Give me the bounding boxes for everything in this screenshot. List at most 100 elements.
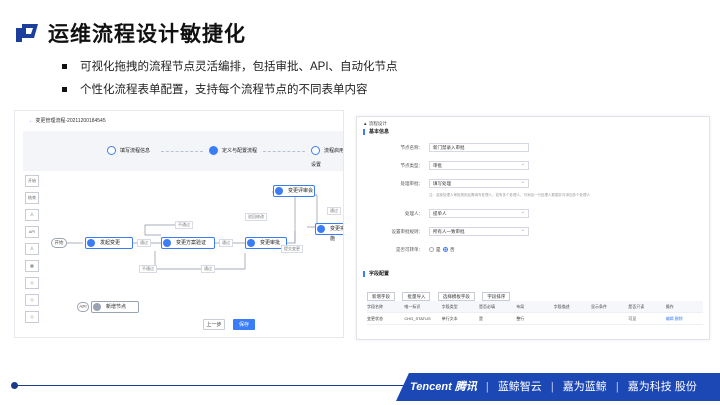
form-row-transfer: 是否可转单： 是 否 (367, 245, 707, 254)
bullet-item: 个性化流程表单配置，支持每个流程节点的不同表单内容 (62, 81, 398, 104)
section-title-fields: 字段配置 (363, 271, 389, 277)
tool-gateway[interactable]: ◇ (25, 294, 39, 306)
canway-tech-logo: 嘉为科技 股份 (627, 381, 697, 393)
form-label: 节点类型： (400, 163, 424, 168)
table-cell: CHG_STATUS (404, 316, 431, 321)
step-bar: 填写流程信息 定义与配置流程 流程启用设置 (23, 131, 343, 171)
canway-logo: 嘉为蓝鲸 (562, 381, 607, 393)
approval-rule-select[interactable]: 所有人一致审批 (429, 227, 529, 236)
column-header: 字段类型 (441, 304, 458, 309)
user-icon (87, 239, 95, 247)
footer-brand-bar: Tencent 腾讯 | 蓝鲸智云 | 嘉为蓝鲸 | 嘉为科技 股份 (396, 373, 720, 401)
breadcrumb[interactable]: ▲ 流程设计 (363, 121, 387, 127)
step-fill-info[interactable]: 填写流程信息 (107, 144, 150, 158)
form-row-approval: 处理审批： 填写处理 (367, 179, 707, 188)
process-header: ← 变更管理流程-20211200184545 (15, 111, 343, 129)
step-define-process[interactable]: 定义与配置流程 (209, 144, 257, 158)
tool-end[interactable]: 结束 (25, 192, 39, 204)
user-icon (163, 239, 171, 247)
edge-label: 通过 (137, 239, 151, 247)
form-row-handler: 处理人： 提单人 (367, 209, 707, 218)
node-toolbox: 开始 结束 人 API 人 ▦ ◇ ◇ ◇ (25, 175, 43, 328)
column-header: 唯一标识 (404, 304, 421, 309)
slide-title: 运维流程设计敏捷化 (48, 23, 246, 46)
column-header: 是否只读 (628, 304, 645, 309)
form-label: 处理审批： (400, 181, 424, 186)
flow-node[interactable]: 变更评审会 (273, 185, 315, 197)
step-number-icon (209, 146, 218, 156)
table-cell: 整行 (516, 316, 525, 321)
table-cell (554, 313, 591, 324)
section-title-basic: 基本信息 (363, 129, 389, 135)
add-field-button[interactable]: 新增字段 (367, 292, 395, 301)
form-label: 设置审批规则： (391, 229, 424, 234)
flow-node[interactable]: 发起变更 (85, 237, 133, 249)
user-icon (247, 239, 255, 247)
form-label: 是否可转单： (396, 247, 423, 252)
process-designer-screenshot: ← 变更管理流程-20211200184545 填写流程信息 定义与配置流程 流… (14, 110, 344, 338)
form-row-approval-rule: 设置审批规则： 所有人一致审批 (367, 227, 707, 236)
form-row-node-name: 节点名称： 新门禁录入审批 (367, 143, 707, 152)
table-cell: 变更状态 (367, 316, 383, 321)
edge-label: 通过 (327, 207, 341, 215)
footer-line (14, 385, 414, 386)
tool-api[interactable]: API (25, 226, 39, 238)
radio-yes[interactable] (429, 247, 434, 253)
column-header: 字段描述 (553, 304, 570, 309)
user-icon (275, 187, 283, 195)
step-number-icon (311, 146, 320, 156)
bullet-list: 可视化拖拽的流程节点灵活编排，包括审批、API、自动化节点 个性化流程表单配置，… (62, 58, 398, 104)
tool-gateway[interactable]: ◇ (25, 277, 39, 289)
edge-label: 通过 (219, 239, 233, 247)
divider: | (615, 381, 619, 393)
check-icon (107, 146, 116, 156)
template-field-button[interactable]: 选择模板字段 (437, 292, 475, 301)
start-node[interactable]: 开始 (51, 238, 67, 248)
slide-title-icon (16, 24, 38, 42)
table-row: 变更状态 CHG_STATUS 单行文本 是 整行 可见 编辑 删除 (367, 313, 703, 325)
edge-label: 提交变更 (281, 245, 303, 253)
flow-node[interactable]: 变更实施 (315, 223, 343, 242)
row-actions[interactable]: 编辑 删除 (666, 313, 703, 324)
tool-gateway[interactable]: ◇ (25, 311, 39, 323)
table-cell: 单行文本 (441, 316, 458, 321)
divider: | (550, 381, 554, 393)
batch-import-button[interactable]: 批量导入 (402, 292, 431, 301)
table-cell (591, 313, 628, 324)
prev-step-button[interactable]: 上一步 (203, 319, 225, 330)
user-icon (93, 303, 101, 311)
column-header: 字段名称 (367, 304, 383, 309)
bk-logo: 蓝鲸智云 (497, 381, 542, 393)
flow-canvas[interactable]: 开始 发起变更 变更方案验证 变更审批 变更评审会 变更实施 API 新增节点 … (45, 173, 343, 337)
column-header: 布局 (516, 304, 525, 309)
approval-select[interactable]: 填写处理 (429, 179, 529, 188)
handler-select[interactable]: 提单人 (429, 209, 529, 218)
edge-label: 不通过 (139, 265, 157, 273)
flow-node[interactable]: 变更方案验证 (161, 237, 215, 249)
node-config-screenshot: ▲ 流程设计 基本信息 节点名称： 新门禁录入审批 节点类型： 审批 处理审批：… (356, 116, 710, 340)
api-node-badge[interactable]: API (77, 302, 89, 312)
node-type-select[interactable]: 审批 (429, 161, 529, 170)
table-cell: 是 (478, 316, 483, 321)
form-label: 节点名称： (400, 145, 424, 150)
column-header: 显示条件 (590, 304, 607, 309)
tool-start[interactable]: 开始 (25, 175, 39, 187)
new-flow-node[interactable]: 新增节点 (91, 301, 139, 313)
save-button[interactable]: 保存 (233, 319, 255, 330)
tool-table[interactable]: ▦ (25, 260, 39, 272)
radio-no[interactable] (443, 247, 449, 253)
step-enable-settings[interactable]: 流程启用设置 (311, 144, 343, 168)
tool-user[interactable]: 人 (25, 209, 39, 221)
user-icon (317, 225, 325, 233)
form-hint: 注：选择处理人审批规则后需填写处理人，如有多个处理人，可添加一行处理人数据并可添… (429, 193, 590, 197)
edge-label: 驳回修改 (245, 213, 267, 221)
table-cell: 可见 (628, 316, 637, 321)
form-row-node-type: 节点类型： 审批 (367, 161, 707, 170)
field-sort-button[interactable]: 字段排序 (482, 292, 511, 301)
divider: | (485, 381, 489, 393)
transfer-radio-group: 是 否 (429, 245, 455, 254)
tool-user[interactable]: 人 (25, 243, 39, 255)
table-header-row: 字段名称 唯一标识 字段类型 是否必填 布局 字段描述 显示条件 是否只读 操作 (367, 301, 703, 313)
node-name-input[interactable]: 新门禁录入审批 (429, 143, 529, 152)
step-connector (263, 151, 305, 152)
